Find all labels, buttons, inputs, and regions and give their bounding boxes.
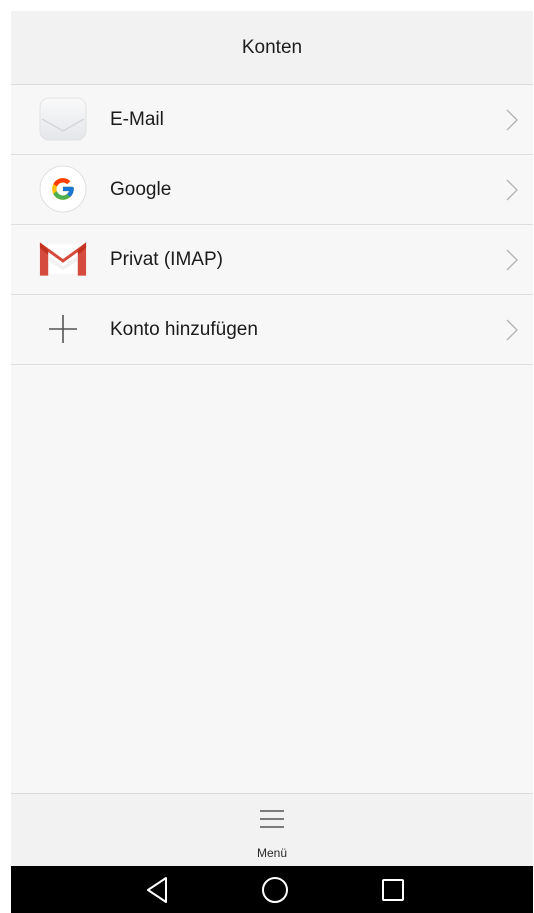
app-bar: Konten (11, 11, 533, 85)
account-label: Konto hinzufügen (110, 318, 258, 340)
plus-icon (39, 305, 87, 353)
account-row-email[interactable]: E-Mail (11, 85, 533, 155)
account-label: Privat (IMAP) (110, 248, 223, 270)
bottom-toolbar: Menü (11, 793, 533, 867)
accounts-list: E-Mail Google Privat (IMAP) Konto hinzuf… (11, 85, 533, 365)
menu-label: Menü (256, 846, 288, 860)
chevron-right-icon (506, 109, 518, 131)
hamburger-menu-icon (260, 810, 284, 828)
page-title: Konten (241, 36, 303, 58)
account-label: E-Mail (110, 108, 164, 130)
recents-square-icon[interactable] (377, 874, 409, 906)
accounts-screen: Konten E-Mail Google Privat (IMAP) Konto… (11, 11, 533, 913)
account-row-google[interactable]: Google (11, 155, 533, 225)
add-account-row[interactable]: Konto hinzufügen (11, 295, 533, 365)
system-navigation-bar (11, 866, 533, 913)
chevron-right-icon (506, 319, 518, 341)
chevron-right-icon (506, 179, 518, 201)
chevron-right-icon (506, 249, 518, 271)
gmail-m-icon (39, 235, 87, 283)
account-row-imap[interactable]: Privat (IMAP) (11, 225, 533, 295)
menu-button[interactable]: Menü (237, 800, 307, 862)
account-label: Google (110, 178, 172, 200)
google-g-icon (39, 165, 87, 213)
email-envelope-icon (39, 95, 87, 143)
home-circle-icon[interactable] (259, 874, 291, 906)
back-triangle-icon[interactable] (142, 874, 174, 906)
